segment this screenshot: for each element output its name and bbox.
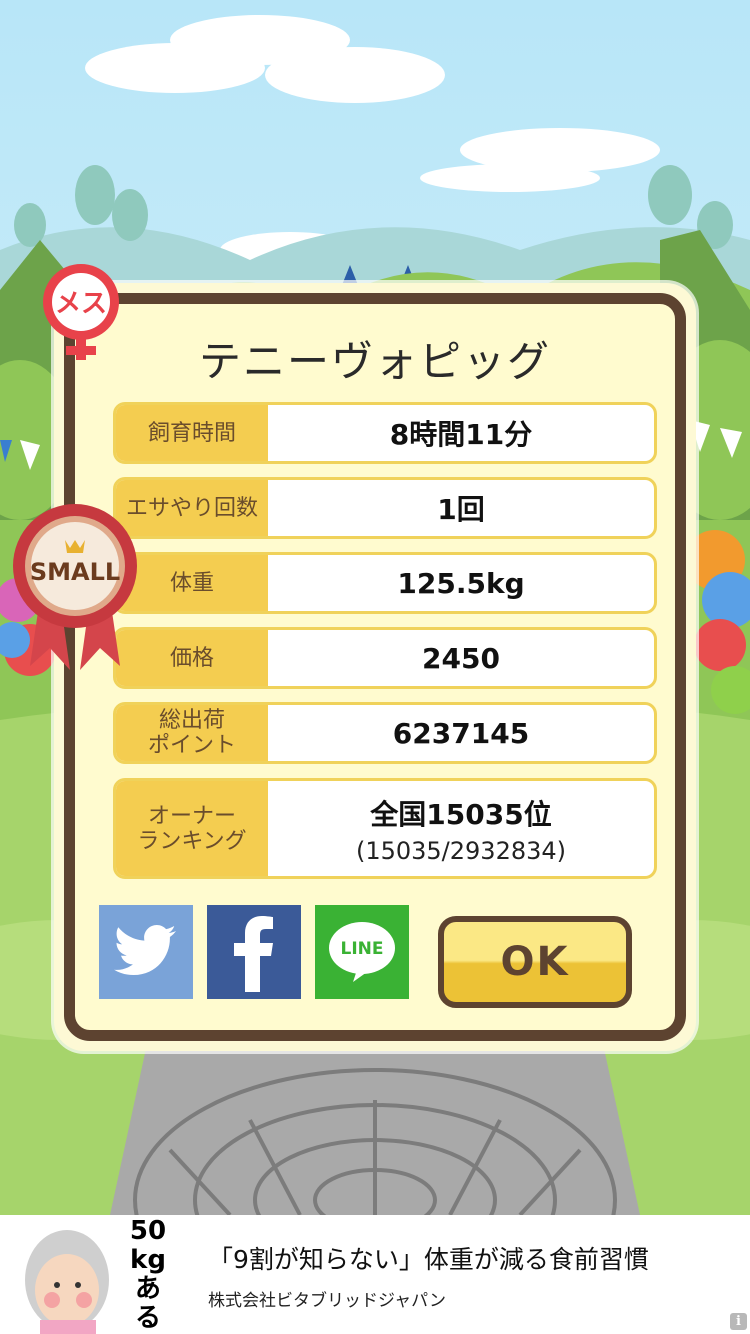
ad-character-image bbox=[25, 1230, 109, 1334]
line-share-button[interactable]: LINE bbox=[315, 905, 409, 999]
facebook-icon bbox=[234, 916, 273, 992]
ranking-value: 全国15035位 bbox=[370, 797, 552, 831]
stat-value: 125.5kg bbox=[397, 566, 525, 600]
stat-label: オーナー ランキング bbox=[116, 781, 268, 876]
gender-label: メス bbox=[55, 289, 107, 319]
ad-headline: 「9割が知らない」体重が減る食前習慣 bbox=[208, 1245, 649, 1274]
line-label: LINE bbox=[340, 939, 384, 959]
stat-row-owner-ranking: オーナー ランキング 全国15035位 (15035/2932834) bbox=[113, 778, 657, 879]
pig-name: テニーヴォピッグ bbox=[198, 337, 551, 386]
ad-weight-text: 50 kg ある bbox=[129, 1216, 167, 1333]
ad-info-icon[interactable]: i bbox=[730, 1313, 747, 1330]
size-ribbon-badge: SMALL bbox=[10, 498, 140, 670]
female-gender-icon: メス bbox=[36, 262, 126, 362]
stat-label: 飼育時間 bbox=[116, 405, 268, 461]
stat-row-feed-count: エサやり回数 1回 bbox=[113, 477, 657, 539]
ad-banner[interactable]: 50 kg ある 「9割が知らない」体重が減る食前習慣 株式会社ビタブリッドジャ… bbox=[0, 1215, 750, 1334]
stat-row-total-points: 総出荷 ポイント 6237145 bbox=[113, 702, 657, 764]
ok-button[interactable]: OK bbox=[438, 916, 632, 1008]
ok-label: OK bbox=[500, 939, 570, 985]
twitter-share-button[interactable] bbox=[99, 905, 193, 999]
stat-value: 8時間11分 bbox=[389, 418, 533, 451]
ranking-detail: (15035/2932834) bbox=[355, 836, 567, 865]
stat-value: 1回 bbox=[437, 493, 485, 526]
stat-value: 2450 bbox=[422, 641, 500, 675]
stat-row-price: 価格 2450 bbox=[113, 627, 657, 689]
result-dialog: テニーヴォピッグ 飼育時間 8時間11分 エサやり回数 1回 体重 125.5k… bbox=[64, 293, 686, 1041]
stat-row-raise-time: 飼育時間 8時間11分 bbox=[113, 402, 657, 464]
stat-row-weight: 体重 125.5kg bbox=[113, 552, 657, 614]
stat-label: 総出荷 ポイント bbox=[116, 705, 268, 761]
ad-company: 株式会社ビタブリッドジャパン bbox=[208, 1291, 446, 1311]
stat-value: 全国15035位 (15035/2932834) bbox=[268, 781, 654, 876]
twitter-icon bbox=[114, 925, 176, 975]
size-label: SMALL bbox=[30, 558, 120, 586]
facebook-share-button[interactable] bbox=[207, 905, 301, 999]
stat-value: 6237145 bbox=[392, 716, 530, 750]
